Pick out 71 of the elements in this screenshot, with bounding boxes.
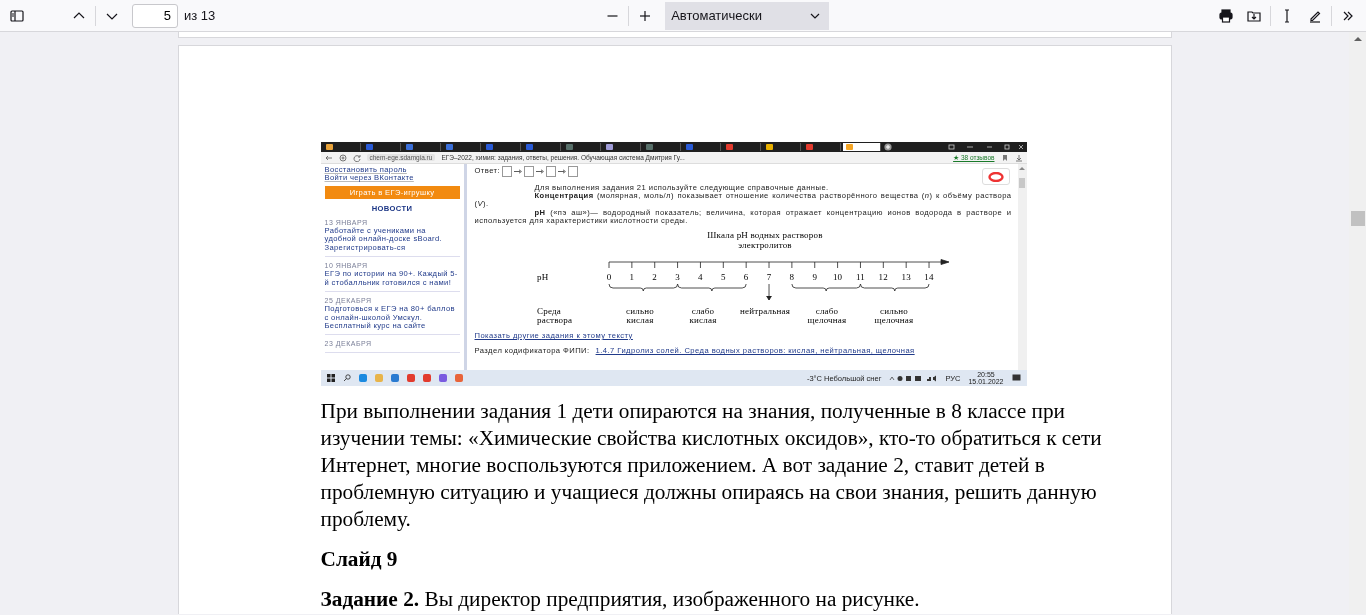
- tab-favicon-icon: [725, 144, 733, 150]
- slide-heading: Слайд 9: [320, 546, 399, 573]
- sidebar-toggle-icon: [9, 7, 25, 24]
- ph-value: 10: [832, 272, 842, 282]
- zoom-select[interactable]: Автоматически: [665, 1, 830, 30]
- print-icon: [1218, 7, 1234, 24]
- ph-value: 1: [629, 272, 634, 282]
- scroll-up-icon[interactable]: [1353, 36, 1362, 41]
- ph-value: 9: [811, 272, 817, 282]
- scroll-up-icon: [1019, 166, 1025, 170]
- tab-favicon-icon: [645, 144, 653, 150]
- tab-favicon-icon: [525, 144, 533, 150]
- ph-value: 5: [720, 272, 726, 282]
- zoom-out-icon: [606, 14, 618, 17]
- tab-favicon-icon: [485, 144, 493, 150]
- medium-label: нейтральная: [739, 306, 790, 316]
- tab-favicon-icon: [565, 144, 573, 150]
- tab-favicon-icon: [765, 144, 773, 150]
- scroll-thumb[interactable]: [1019, 178, 1025, 188]
- scrollbar[interactable]: [1349, 32, 1366, 614]
- body-paragraph: При выполнении задания 1 дети опираются на знания, полученные в 8 классе при изучении темы: «Химические свойства кислотных оксидов», кто-то обратиться к сети Интернет, многие воспользуются приложением. А вот задание 2, ставит детей в проблемную ситуацию и учащиеся должны опираясь на свои знания, решить данную проблему.: [320, 398, 1103, 533]
- ph-value: 4: [697, 272, 703, 282]
- search-icon[interactable]: [342, 374, 351, 382]
- medium-label: сильно щелочная: [874, 306, 913, 325]
- medium-label: слабо кислая: [689, 306, 716, 325]
- page-number-field[interactable]: 5: [132, 3, 178, 28]
- tab-favicon-icon: [365, 144, 373, 150]
- tab-favicon-icon: [805, 144, 813, 150]
- browser-tab[interactable]: [842, 143, 881, 151]
- ph-value: 13: [901, 272, 911, 282]
- back-icon[interactable]: [324, 153, 333, 162]
- tab-favicon-icon: [845, 144, 853, 150]
- answer-box[interactable]: [546, 166, 557, 177]
- ph-label: pH: [536, 272, 548, 282]
- down-arrow: [765, 283, 772, 301]
- arrow-icon: [558, 169, 567, 174]
- ph-value: 11: [855, 272, 865, 282]
- ph-value: 14: [923, 272, 934, 282]
- scrollbar[interactable]: [1017, 164, 1027, 370]
- lifebuoy-icon: [987, 171, 1004, 182]
- answer-box[interactable]: [524, 166, 535, 177]
- ph-value: 3: [674, 272, 680, 282]
- tray-icons: [889, 374, 938, 382]
- eye-icon: [338, 153, 347, 162]
- ph-value: 6: [743, 272, 748, 282]
- reload-icon[interactable]: [352, 153, 361, 162]
- medium-label: Среда раствора: [536, 306, 572, 325]
- ph-value: 12: [878, 272, 888, 282]
- answer-box[interactable]: [568, 166, 579, 177]
- ph-value: 7: [766, 272, 771, 282]
- help-button[interactable]: [981, 168, 1010, 185]
- tab-favicon-icon: [605, 144, 613, 150]
- windows-logo-icon[interactable]: [326, 374, 335, 382]
- tab-favicon-icon: [325, 144, 333, 150]
- ph-value: 8: [789, 272, 794, 282]
- notification-icon[interactable]: [1011, 374, 1021, 382]
- tab-favicon-icon: [685, 144, 693, 150]
- ph-value: 2: [651, 272, 657, 282]
- answer-box[interactable]: [502, 166, 513, 177]
- arrow-icon: [514, 169, 523, 174]
- tab-favicon-icon: [405, 144, 413, 150]
- ph-value: 0: [606, 272, 611, 282]
- scale-title: Шкала pH водных растворов электролитов: [706, 230, 823, 250]
- task-text: Задание 2. Вы директор предприятия, изображенного на рисунке.: [320, 586, 921, 613]
- page-count: из 13: [184, 8, 216, 23]
- medium-label: сильно кислая: [625, 306, 654, 325]
- tab-favicon-icon: [445, 144, 453, 150]
- scroll-thumb[interactable]: [1350, 211, 1365, 226]
- download-icon[interactable]: [1014, 153, 1023, 162]
- arrow-icon: [536, 169, 545, 174]
- medium-label: слабо щелочная: [807, 306, 846, 325]
